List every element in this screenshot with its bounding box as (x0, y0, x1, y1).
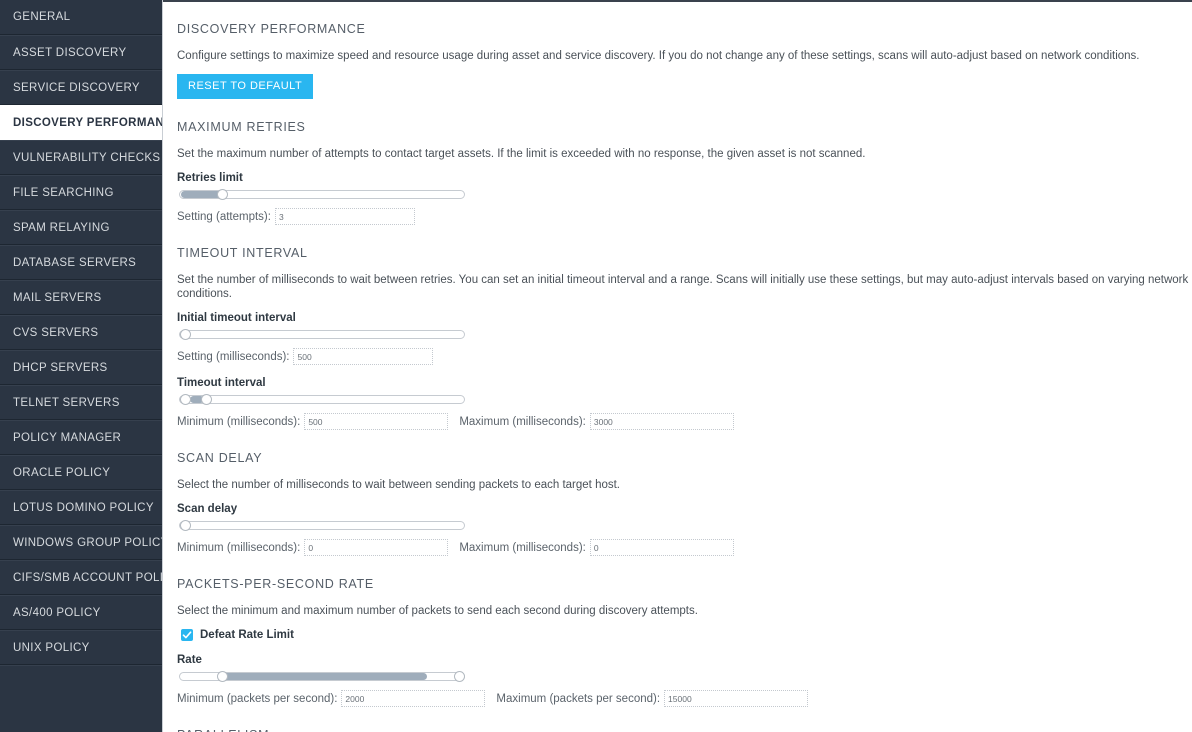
maximum-retries-description: Set the maximum number of attempts to co… (177, 148, 866, 160)
timeout-range-inputs-row: Minimum (milliseconds): Maximum (millise… (177, 413, 1192, 430)
parallelism-title: PARALLELISM (177, 728, 1192, 732)
sidebar-item-unix-policy[interactable]: UNIX POLICY (0, 630, 162, 665)
initial-timeout-setting-label: Setting (milliseconds): (177, 350, 290, 363)
initial-timeout-label: Initial timeout interval (177, 312, 296, 324)
section-scan-delay: SCAN DELAY Select the number of millisec… (177, 451, 1192, 556)
sidebar-item-cvs-servers[interactable]: CVS SERVERS (0, 315, 162, 350)
sidebar-item-file-searching[interactable]: FILE SEARCHING (0, 175, 162, 210)
sidebar-item-vulnerability-checks[interactable]: VULNERABILITY CHECKS (0, 140, 162, 175)
sidebar-item-general[interactable]: GENERAL (0, 0, 162, 35)
packets-per-second-title: PACKETS-PER-SECOND RATE (177, 577, 374, 591)
scan-delay-max-input[interactable] (589, 539, 734, 556)
page-shell: GENERAL ASSET DISCOVERY SERVICE DISCOVERY D… (0, 0, 1192, 732)
sidebar-item-telnet-servers[interactable]: TELNET SERVERS (0, 385, 162, 420)
timeout-max-label: Maximum (milliseconds): (459, 415, 586, 428)
defeat-rate-limit-row[interactable]: Defeat Rate Limit (181, 629, 1192, 641)
sidebar-nav-list: GENERAL ASSET DISCOVERY SERVICE DISCOVERY D… (0, 0, 162, 665)
timeout-range-label: Timeout interval (177, 377, 266, 389)
retries-limit-slider[interactable] (179, 189, 465, 200)
initial-timeout-setting-input[interactable] (293, 348, 434, 365)
scan-delay-title: SCAN DELAY (177, 451, 263, 465)
slider-track (179, 330, 465, 339)
section-maximum-retries: MAXIMUM RETRIES Set the maximum number o… (177, 120, 1192, 225)
scan-delay-max-label: Maximum (milliseconds): (459, 541, 586, 554)
sidebar-item-database-servers[interactable]: DATABASE SERVERS (0, 245, 162, 280)
section-timeout-interval: TIMEOUT INTERVAL Set the number of milli… (177, 246, 1192, 430)
scan-delay-slider[interactable] (179, 520, 465, 531)
scan-delay-description: Select the number of milliseconds to wai… (177, 479, 621, 491)
slider-knob[interactable] (217, 189, 228, 200)
sidebar-item-dhcp-servers[interactable]: DHCP SERVERS (0, 350, 162, 385)
settings-page: GENERAL ASSET DISCOVERY SERVICE DISCOVERY D… (0, 0, 1192, 732)
slider-knob-max[interactable] (201, 394, 212, 405)
packets-per-second-description: Select the minimum and maximum number of… (177, 605, 698, 617)
slider-knob[interactable] (180, 520, 191, 531)
slider-fill (221, 673, 427, 680)
defeat-rate-limit-checkbox[interactable] (181, 629, 193, 641)
retries-setting-row: Setting (attempts): (177, 208, 1192, 225)
slider-knob-min[interactable] (180, 394, 191, 405)
section-parallelism: PARALLELISM Select a range for the numbe… (177, 728, 1192, 732)
check-icon (182, 631, 192, 639)
sidebar-item-service-discovery[interactable]: SERVICE DISCOVERY (0, 70, 162, 105)
defeat-rate-limit-label: Defeat Rate Limit (200, 629, 294, 641)
scan-delay-min-label: Minimum (milliseconds): (177, 541, 301, 554)
initial-timeout-slider[interactable] (179, 329, 465, 340)
scan-delay-inputs-row: Minimum (milliseconds): Maximum (millise… (177, 539, 1192, 556)
scan-delay-label: Scan delay (177, 503, 238, 515)
slider-track (179, 521, 465, 530)
reset-to-default-button[interactable]: RESET TO DEFAULT (177, 74, 314, 99)
rate-inputs-row: Minimum (packets per second): Maximum (p… (177, 690, 1192, 707)
rate-slider[interactable] (179, 671, 465, 682)
rate-min-label: Minimum (packets per second): (177, 692, 338, 705)
timeout-min-input[interactable] (304, 413, 449, 430)
slider-track (179, 395, 465, 404)
timeout-range-slider[interactable] (179, 394, 465, 405)
maximum-retries-title: MAXIMUM RETRIES (177, 120, 306, 134)
top-divider (163, 0, 1192, 3)
sidebar-item-discovery-performance[interactable]: DISCOVERY PERFORMANCE (0, 105, 162, 140)
section-packets-per-second-rate: PACKETS-PER-SECOND RATE Select the minim… (177, 577, 1192, 707)
retries-setting-input[interactable] (274, 208, 415, 225)
page-title: DISCOVERY PERFORMANCE (177, 22, 366, 36)
rate-max-label: Maximum (packets per second): (496, 692, 661, 705)
slider-knob-max[interactable] (454, 671, 465, 682)
sidebar-item-mail-servers[interactable]: MAIL SERVERS (0, 280, 162, 315)
sidebar-item-spam-relaying[interactable]: SPAM RELAYING (0, 210, 162, 245)
timeout-max-input[interactable] (589, 413, 734, 430)
initial-timeout-setting-row: Setting (milliseconds): (177, 348, 1192, 365)
sidebar-item-lotus-domino-policy[interactable]: LOTUS DOMINO POLICY (0, 490, 162, 525)
timeout-min-label: Minimum (milliseconds): (177, 415, 301, 428)
sidebar-item-oracle-policy[interactable]: ORACLE POLICY (0, 455, 162, 490)
sidebar-item-windows-group-policy[interactable]: WINDOWS GROUP POLICY (0, 525, 162, 560)
retries-setting-label: Setting (attempts): (177, 210, 271, 223)
sidebar-item-asset-discovery[interactable]: ASSET DISCOVERY (0, 35, 162, 70)
slider-fill (181, 191, 221, 198)
page-description: Configure settings to maximize speed and… (177, 50, 1140, 62)
settings-main-panel: DISCOVERY PERFORMANCE Configure settings… (163, 0, 1192, 732)
sidebar-item-as-400-policy[interactable]: AS/400 POLICY (0, 595, 162, 630)
rate-min-input[interactable] (341, 690, 486, 707)
rate-max-input[interactable] (664, 690, 809, 707)
scan-delay-min-input[interactable] (304, 539, 449, 556)
rate-label: Rate (177, 654, 202, 666)
slider-knob-min[interactable] (217, 671, 228, 682)
settings-sidebar: GENERAL ASSET DISCOVERY SERVICE DISCOVERY D… (0, 0, 163, 732)
retries-limit-label: Retries limit (177, 172, 243, 184)
timeout-interval-title: TIMEOUT INTERVAL (177, 246, 308, 260)
sidebar-item-cifs-smb-account-policy[interactable]: CIFS/SMB ACCOUNT POLICY (0, 560, 162, 595)
sidebar-item-policy-manager[interactable]: POLICY MANAGER (0, 420, 162, 455)
timeout-interval-description: Set the number of milliseconds to wait b… (177, 274, 1189, 300)
slider-knob[interactable] (180, 329, 191, 340)
sidebar-filler (0, 665, 162, 732)
